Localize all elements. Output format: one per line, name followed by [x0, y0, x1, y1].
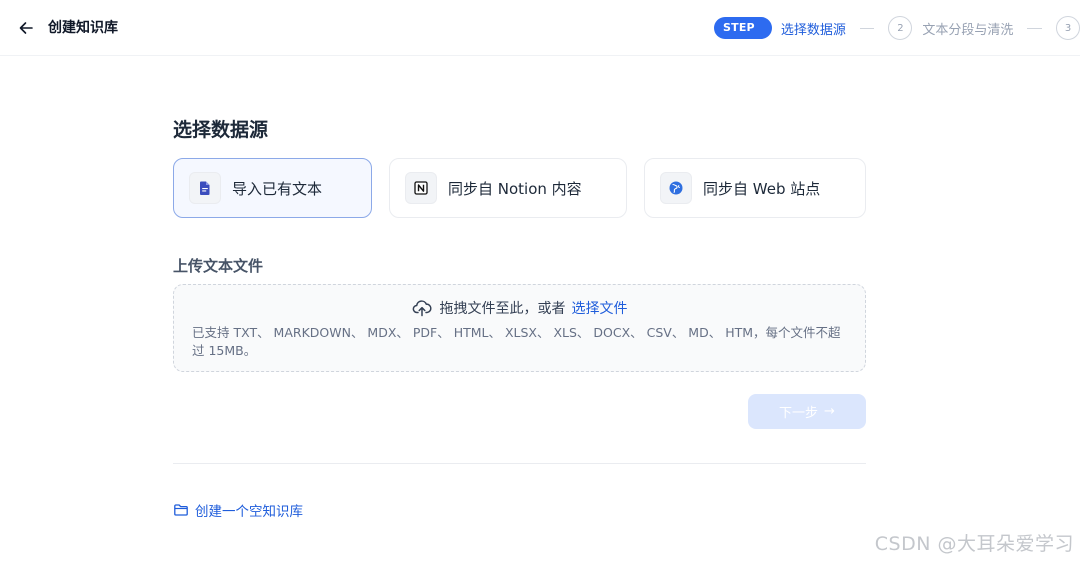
- create-empty-label: 创建一个空知识库: [195, 504, 303, 520]
- next-step-button[interactable]: 下一步 →: [748, 394, 866, 429]
- create-empty-knowledge-base-link[interactable]: 创建一个空知识库: [173, 500, 303, 520]
- step-indicator: STEP 1 选择数据源 2 文本分段与清洗 3: [714, 16, 1080, 56]
- supported-formats-text: 已支持 TXT、 MARKDOWN、 MDX、 PDF、 HTML、 XLSX、…: [192, 325, 841, 358]
- file-dropzone[interactable]: 拖拽文件至此，或者 选择文件 已支持 TXT、 MARKDOWN、 MDX、 P…: [173, 284, 866, 372]
- back-button[interactable]: [14, 16, 38, 40]
- upload-section-title: 上传文本文件: [173, 257, 264, 275]
- watermark-text: CSDN @大耳朵爱学习: [874, 533, 1074, 555]
- step-1-badge: STEP 1: [714, 17, 772, 56]
- dropzone-prompt: 拖拽文件至此，或者 选择文件: [174, 298, 865, 318]
- select-file-link[interactable]: 选择文件: [572, 298, 628, 318]
- divider: [173, 463, 866, 464]
- step-2-label: 文本分段与清洗: [922, 22, 1014, 38]
- header-bar: 创建知识库 STEP 1 选择数据源 2 文本分段与清洗 3: [0, 0, 1080, 56]
- page-title: 创建知识库: [48, 20, 118, 36]
- source-card-label: 同步自 Web 站点: [703, 179, 821, 198]
- step-3-number: 3: [1056, 16, 1080, 40]
- arrow-left-icon: [19, 22, 33, 34]
- source-card-label: 同步自 Notion 内容: [448, 179, 582, 198]
- folder-icon: [173, 502, 189, 518]
- source-card-label: 导入已有文本: [232, 179, 323, 198]
- cloud-upload-icon: [412, 298, 432, 318]
- step-connector: [859, 27, 875, 29]
- step-2-number: 2: [888, 16, 913, 40]
- next-step-label: 下一步: [779, 406, 819, 421]
- globe-icon: [660, 172, 692, 204]
- arrow-right-icon: →: [824, 404, 835, 419]
- source-card-web[interactable]: 同步自 Web 站点: [644, 158, 866, 218]
- step-1-label: 选择数据源: [780, 22, 846, 38]
- section-title: 选择数据源: [173, 119, 269, 141]
- source-card-notion[interactable]: 同步自 Notion 内容: [389, 158, 627, 218]
- notion-icon: [405, 172, 437, 204]
- dropzone-text: 拖拽文件至此，或者: [439, 301, 566, 317]
- document-icon: [189, 172, 221, 204]
- step-connector: [1027, 27, 1042, 29]
- page: 创建知识库 STEP 1 选择数据源 2 文本分段与清洗 3 选择数据源 导入已…: [0, 0, 1080, 562]
- source-card-import-text[interactable]: 导入已有文本: [173, 158, 372, 218]
